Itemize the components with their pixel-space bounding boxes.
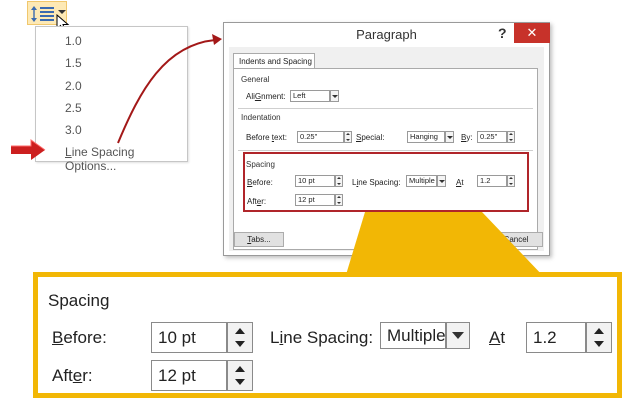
special-dropdown-icon[interactable]	[445, 131, 454, 143]
zoom-line-spacing-select[interactable]: Multiple	[380, 322, 446, 349]
before-text-spinner[interactable]	[344, 131, 352, 143]
tab-indents-and-spacing[interactable]: Indents and Spacing	[233, 53, 315, 69]
line-spacing-menu: 1.0 1.5 2.0 2.5 3.0 Line Spacing Options…	[35, 26, 188, 173]
menu-item-1-5[interactable]: 1.5	[65, 56, 82, 70]
before-text-label: Before text:	[246, 133, 287, 142]
zoom-after-spinner[interactable]	[227, 360, 253, 391]
zoom-line-spacing-dropdown-icon[interactable]	[446, 322, 470, 349]
menu-item-3-0[interactable]: 3.0	[65, 123, 82, 137]
text-lines-icon	[40, 7, 54, 21]
line-spacing-options-label: ine Spacing Options...	[65, 145, 135, 173]
ok-button[interactable]: OK	[429, 232, 483, 247]
paragraph-dialog: Paragraph ? ✕ Indents and Spacing Genera…	[223, 22, 550, 256]
zoom-at-spinner[interactable]	[586, 322, 612, 353]
before-text-input[interactable]: 0.25"	[297, 131, 344, 143]
spacing-highlight-box	[243, 152, 529, 212]
tabs-button[interactable]: Tabs...	[234, 232, 284, 247]
menu-item-line-spacing-options[interactable]: Line Spacing Options...	[65, 145, 187, 173]
help-icon[interactable]: ?	[498, 25, 507, 41]
zoom-before-label: Before:	[52, 328, 107, 347]
divider	[238, 108, 533, 109]
special-label: Special:	[356, 133, 385, 142]
cancel-button[interactable]: Cancel	[489, 232, 543, 247]
zoom-spacing-heading: Spacing	[48, 291, 110, 310]
by-input[interactable]: 0.25"	[477, 131, 507, 143]
indentation-heading: Indentation	[241, 113, 281, 122]
by-spinner[interactable]	[507, 131, 515, 143]
alignment-dropdown-icon[interactable]	[330, 90, 339, 102]
general-heading: General	[241, 75, 270, 84]
special-select[interactable]: Hanging	[407, 131, 445, 143]
dialog-body: Indents and Spacing General AliGnment: L…	[229, 47, 544, 251]
alignment-label: AliGnment:	[246, 92, 286, 101]
red-pointer-arrow-icon	[11, 139, 46, 160]
menu-item-2-0[interactable]: 2.0	[65, 79, 82, 93]
divider	[238, 150, 533, 151]
line-spacing-options-hotkey: L	[65, 145, 72, 159]
spacing-zoom-callout: Spacing Before: 10 pt Line Spacing: Mult…	[33, 272, 622, 398]
alignment-select[interactable]: Left	[290, 90, 330, 102]
line-spacing-arrows-icon	[31, 6, 37, 22]
zoom-before-input[interactable]: 10 pt	[151, 322, 227, 353]
close-button[interactable]: ✕	[514, 23, 550, 43]
zoom-at-input[interactable]: 1.2	[526, 322, 586, 353]
zoom-after-label: After:	[52, 366, 93, 385]
zoom-line-spacing-label: Line Spacing:	[270, 328, 374, 347]
zoom-before-spinner[interactable]	[227, 322, 253, 353]
menu-item-1-0[interactable]: 1.0	[65, 34, 82, 48]
zoom-at-label: At	[489, 328, 506, 347]
menu-item-2-5[interactable]: 2.5	[65, 101, 82, 115]
dialog-titlebar[interactable]: Paragraph ? ✕	[224, 23, 550, 47]
by-label: By:	[461, 133, 473, 142]
zoom-after-input[interactable]: 12 pt	[151, 360, 227, 391]
